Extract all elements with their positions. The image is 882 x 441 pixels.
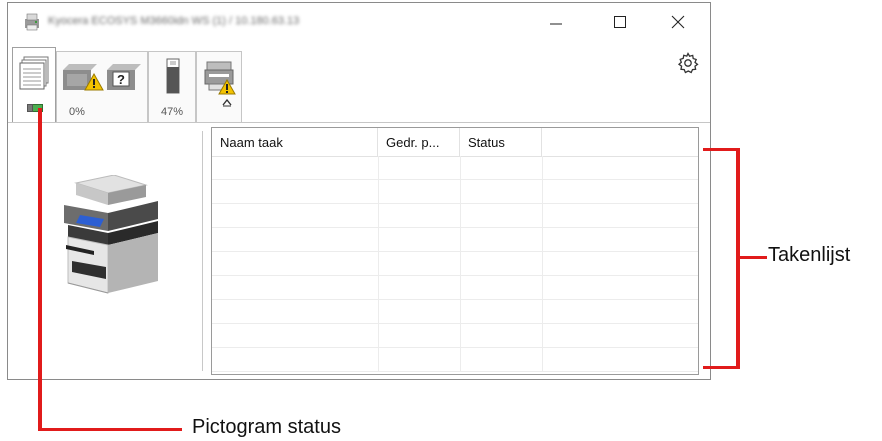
minimize-button[interactable]	[536, 9, 576, 35]
table-row[interactable]	[212, 252, 698, 276]
toner-cartridge-icon	[166, 58, 180, 94]
table-row[interactable]	[212, 228, 698, 252]
tab-job-list[interactable]	[12, 47, 56, 123]
printer-warning-icon	[204, 61, 236, 95]
title-bar[interactable]: Kyocera ECOSYS M3660idn WS (1) / 10.180.…	[8, 3, 710, 43]
close-icon	[671, 15, 685, 29]
collapse-arrow-icon[interactable]	[221, 97, 233, 107]
table-row[interactable]	[212, 204, 698, 228]
column-header-spare[interactable]	[542, 128, 698, 156]
gear-icon[interactable]	[676, 51, 700, 75]
minimize-icon	[550, 23, 562, 25]
table-row[interactable]	[212, 324, 698, 348]
table-row[interactable]	[212, 348, 698, 372]
device-image-pane	[8, 123, 198, 379]
status-monitor-window: Kyocera ECOSYS M3660idn WS (1) / 10.180.…	[7, 2, 711, 380]
table-row[interactable]	[212, 156, 698, 180]
svg-text:?: ?	[117, 72, 125, 87]
table-row[interactable]	[212, 180, 698, 204]
maximize-button[interactable]	[600, 9, 640, 35]
job-list-callout-label: Takenlijst	[768, 244, 851, 266]
pane-divider	[202, 131, 203, 371]
tray-level-label: 0%	[69, 106, 85, 118]
callout-bracket-top	[703, 148, 739, 151]
printer-device-image	[64, 175, 158, 294]
status-icon-callout-line	[38, 108, 42, 431]
printer-app-icon	[25, 13, 39, 31]
status-icon-callout-pointer	[38, 428, 182, 431]
column-header-printed-pages[interactable]: Gedr. p...	[378, 128, 460, 156]
table-row[interactable]	[212, 276, 698, 300]
tab-toner[interactable]: 47%	[148, 51, 196, 123]
table-row[interactable]	[212, 300, 698, 324]
close-button[interactable]	[658, 9, 698, 35]
tab-bar: ? 0% 47%	[8, 43, 710, 123]
tray-warning-icon: ?	[63, 64, 141, 91]
status-icon-callout-label: Pictogram status	[192, 416, 341, 438]
job-list-header: Naam taak Gedr. p... Status	[212, 128, 698, 157]
toner-level-label: 47%	[161, 106, 184, 118]
callout-bracket-pointer	[739, 256, 767, 259]
tab-device-status[interactable]	[196, 51, 242, 123]
maximize-icon	[614, 16, 626, 28]
document-stack-icon	[19, 56, 49, 90]
window-title: Kyocera ECOSYS M3660idn WS (1) / 10.180.…	[48, 15, 300, 27]
job-list-table[interactable]: Naam taak Gedr. p... Status	[211, 127, 699, 375]
tab-paper-tray[interactable]: ? 0%	[56, 51, 148, 123]
column-header-status[interactable]: Status	[460, 128, 542, 156]
callout-bracket-bottom	[703, 366, 739, 369]
column-header-job-name[interactable]: Naam taak	[212, 128, 378, 156]
